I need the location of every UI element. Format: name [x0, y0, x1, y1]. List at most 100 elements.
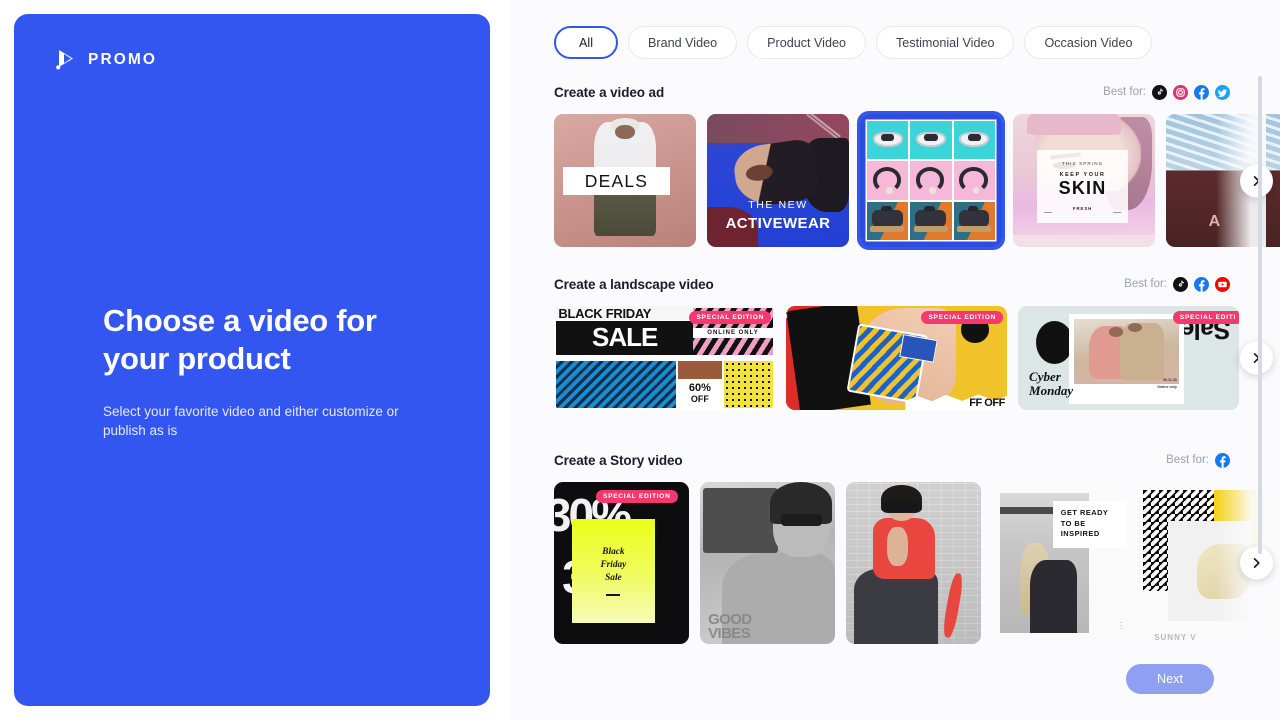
- thumbnail-text-line3: Sale: [605, 572, 622, 585]
- tab-product-video[interactable]: Product Video: [747, 26, 866, 59]
- facebook-icon: [1194, 85, 1209, 100]
- best-for-group: Best for:: [1124, 277, 1230, 292]
- thumbnail-off: FF OFF: [969, 397, 1005, 409]
- carousel-track: BLACK FRIDAY ONLINE ONLY SALE 60% OFF: [554, 306, 1254, 410]
- next-button[interactable]: Next: [1126, 664, 1214, 694]
- thumbnail-art: THIS SPRING KEEP YOUR SKIN FRESH: [1013, 114, 1155, 247]
- thumbnail-text-line2: ACTIVEWEAR: [707, 215, 849, 232]
- tiktok-icon: [1152, 85, 1167, 100]
- get-ready-story-thumbnail[interactable]: GET READY TO BE INSPIRED III: [992, 482, 1127, 644]
- thumbnail-text: DEALS: [585, 171, 648, 192]
- hero-copy: Choose a video for your product Select y…: [103, 302, 433, 441]
- youtube-icon: [1215, 277, 1230, 292]
- thumbnail-art: 30% 30% Black Friday Sale: [554, 482, 689, 644]
- vertical-scrollbar-track[interactable]: [1258, 76, 1262, 651]
- page-subtitle: Select your favorite video and either cu…: [103, 402, 419, 441]
- thumbnail-off: OFF: [691, 394, 709, 404]
- special-edition-badge: SPECIAL EDITION: [921, 311, 1003, 324]
- video-ad-carousel: DEALS THE NEW ACTIVEWEAR: [554, 114, 1254, 247]
- black-friday-hand-thumbnail[interactable]: FF OFF SPECIAL EDITION: [786, 306, 1007, 410]
- red-top-story-thumbnail[interactable]: [846, 482, 981, 644]
- thumbnail-text-line2: TO BE: [1061, 519, 1122, 530]
- thumbnail-text-monday: Monday: [1029, 384, 1073, 398]
- thumbnail-text-line2: VIBES: [708, 627, 751, 641]
- instagram-icon: [1173, 85, 1188, 100]
- thumbnail-text-line1: Black: [602, 546, 624, 559]
- thumbnail-art: THE NEW ACTIVEWEAR: [707, 114, 849, 247]
- carousel-next-button-video-ad[interactable]: [1240, 164, 1273, 197]
- landscape-carousel: BLACK FRIDAY ONLINE ONLY SALE 60% OFF: [554, 306, 1254, 410]
- category-filter-tabs: All Brand Video Product Video Testimonia…: [554, 26, 1152, 59]
- thumbnail-text-line1: THIS SPRING: [1062, 161, 1103, 166]
- thumbnail-caption-date: 30.11.20: [1163, 378, 1177, 382]
- special-edition-badge: SPECIAL EDITION: [689, 311, 771, 324]
- cyber-monday-thumbnail[interactable]: Sale 30.11.20 Online only Cyber: [1018, 306, 1239, 410]
- section-title: Create a Story video: [554, 453, 683, 468]
- tab-testimonial-video[interactable]: Testimonial Video: [876, 26, 1014, 59]
- brand-logo[interactable]: PROMO: [54, 48, 157, 71]
- content-panel: All Brand Video Product Video Testimonia…: [510, 0, 1280, 720]
- play-triangle-icon: [54, 48, 77, 71]
- best-for-label: Best for:: [1166, 454, 1209, 466]
- thumbnail-headline: BLACK FRIDAY: [558, 306, 651, 321]
- thumbnail-art: [860, 114, 1002, 247]
- section-header: Create a video ad Best for:: [554, 82, 1230, 102]
- section-title: Create a landscape video: [554, 277, 714, 292]
- story-carousel: 30% 30% Black Friday Sale SPECIAL EDITIO…: [554, 482, 1254, 644]
- carousel-next-button-story[interactable]: [1240, 547, 1273, 580]
- thumbnail-text: SUNNY V: [1154, 633, 1196, 642]
- thumbnail-art: GET READY TO BE INSPIRED III: [992, 482, 1127, 644]
- carousel-next-button-landscape[interactable]: [1240, 342, 1273, 375]
- facebook-icon: [1215, 453, 1230, 468]
- facebook-icon: [1194, 277, 1209, 292]
- carousel-track: 30% 30% Black Friday Sale SPECIAL EDITIO…: [554, 482, 1254, 644]
- left-hero-panel: PROMO Choose a video for your product Se…: [14, 14, 490, 706]
- thumbnail-text-line2: Friday: [600, 559, 626, 572]
- thumbnail-text-line3: SKIN: [1059, 179, 1107, 197]
- section-create-landscape-video: Create a landscape video Best for:: [554, 274, 1254, 410]
- black-friday-story-thumbnail[interactable]: 30% 30% Black Friday Sale SPECIAL EDITIO…: [554, 482, 689, 644]
- thumbnail-sale-text: SALE: [592, 322, 657, 353]
- skin-video-thumbnail[interactable]: THIS SPRING KEEP YOUR SKIN FRESH: [1013, 114, 1155, 247]
- thumbnail-art: GOOD VIBES: [700, 482, 835, 644]
- thumbnail-text-line1: THE NEW: [707, 199, 849, 211]
- carousel-track: DEALS THE NEW ACTIVEWEAR: [554, 114, 1254, 247]
- thumbnail-discount: 60%: [689, 383, 711, 394]
- thumbnail-online-only: ONLINE ONLY: [693, 328, 773, 338]
- section-title: Create a video ad: [554, 85, 664, 100]
- brand-name: PROMO: [88, 51, 157, 69]
- content-scroll-area: All Brand Video Product Video Testimonia…: [510, 0, 1280, 652]
- special-edition-badge: SPECIAL EDITION: [596, 490, 678, 503]
- best-for-label: Best for:: [1103, 86, 1146, 98]
- tab-brand-video[interactable]: Brand Video: [628, 26, 737, 59]
- thumbnail-art: DEALS: [554, 114, 696, 247]
- good-vibes-story-thumbnail[interactable]: GOOD VIBES: [700, 482, 835, 644]
- thumbnail-text-line3: INSPIRED: [1061, 529, 1122, 540]
- activewear-video-thumbnail[interactable]: THE NEW ACTIVEWEAR: [707, 114, 849, 247]
- thumbnail-text: A: [1209, 213, 1221, 231]
- thumbnail-text-cyber: Cyber: [1029, 370, 1073, 384]
- section-create-video-ad: Create a video ad Best for:: [554, 82, 1254, 247]
- vertical-scrollbar-thumb[interactable]: [1258, 76, 1262, 554]
- twitter-icon: [1215, 85, 1230, 100]
- section-create-story-video: Create a Story video Best for: 30%: [554, 450, 1254, 644]
- best-for-label: Best for:: [1124, 278, 1167, 290]
- app-root: PROMO Choose a video for your product Se…: [0, 0, 1280, 720]
- special-edition-badge: SPECIAL EDITI: [1173, 311, 1239, 324]
- section-header: Create a Story video Best for:: [554, 450, 1230, 470]
- thumbnail-caption-note: Online only: [1157, 385, 1177, 389]
- footer-bar: Next: [510, 652, 1280, 720]
- gaming-grid-video-thumbnail[interactable]: [860, 114, 1002, 247]
- thumbnail-art: [846, 482, 981, 644]
- black-friday-sale-thumbnail[interactable]: BLACK FRIDAY ONLINE ONLY SALE 60% OFF: [554, 306, 775, 410]
- tiktok-icon: [1173, 277, 1188, 292]
- tab-occasion-video[interactable]: Occasion Video: [1024, 26, 1152, 59]
- best-for-group: Best for:: [1166, 453, 1230, 468]
- section-header: Create a landscape video Best for:: [554, 274, 1230, 294]
- thumbnail-text-line1: GET READY: [1061, 508, 1122, 519]
- best-for-group: Best for:: [1103, 85, 1230, 100]
- thumbnail-text-line4: FRESH: [1073, 206, 1092, 211]
- deals-video-thumbnail[interactable]: DEALS: [554, 114, 696, 247]
- tab-all[interactable]: All: [554, 26, 618, 59]
- page-title: Choose a video for your product: [103, 302, 433, 378]
